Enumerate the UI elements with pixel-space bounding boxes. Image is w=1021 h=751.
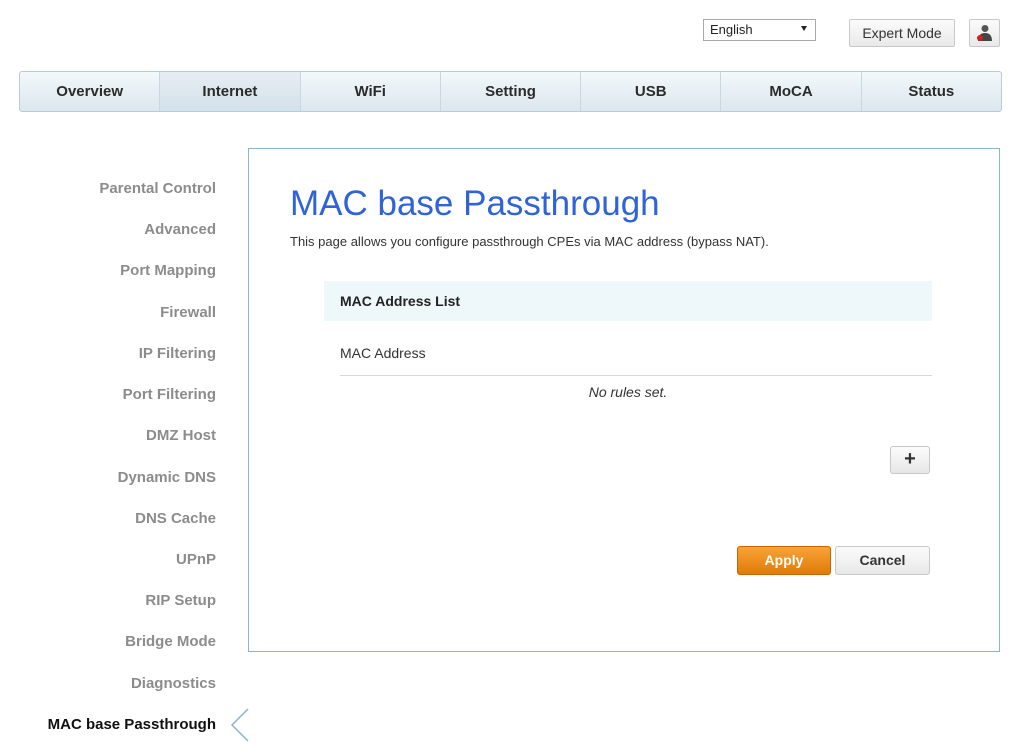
tab-overview[interactable]: Overview [20, 72, 161, 111]
tab-moca[interactable]: MoCA [721, 72, 862, 111]
cancel-button[interactable]: Cancel [835, 546, 930, 575]
sidebar-item-rip-setup[interactable]: RIP Setup [145, 592, 216, 609]
tab-setting[interactable]: Setting [441, 72, 582, 111]
apply-button[interactable]: Apply [737, 546, 831, 575]
plus-icon: + [904, 448, 916, 470]
language-select-value: English [710, 22, 753, 37]
sidebar-item-dynamic-dns[interactable]: Dynamic DNS [118, 469, 216, 486]
tab-status[interactable]: Status [862, 72, 1001, 111]
tab-internet[interactable]: Internet [160, 72, 301, 111]
chevron-down-icon [801, 26, 807, 31]
sidebar-item-diagnostics[interactable]: Diagnostics [131, 675, 216, 692]
page-title: MAC base Passthrough [290, 184, 660, 223]
sidebar-item-mac-base-passthrough[interactable]: MAC base Passthrough [48, 716, 216, 733]
sidebar-item-parental-control[interactable]: Parental Control [99, 180, 216, 197]
sidebar-item-dns-cache[interactable]: DNS Cache [135, 510, 216, 527]
empty-state-text: No rules set. [588, 384, 668, 400]
divider [340, 375, 932, 376]
user-button[interactable] [969, 19, 1000, 47]
add-rule-button[interactable]: + [890, 446, 930, 474]
sidebar-item-bridge-mode[interactable]: Bridge Mode [125, 633, 216, 650]
tab-wifi[interactable]: WiFi [301, 72, 441, 111]
sidebar-item-advanced[interactable]: Advanced [144, 221, 216, 238]
active-pointer-icon [230, 708, 249, 742]
tab-usb[interactable]: USB [581, 72, 722, 111]
sidebar-item-port-mapping[interactable]: Port Mapping [120, 262, 216, 279]
page-description: This page allows you configure passthrou… [290, 234, 769, 249]
main-nav: Overview Internet WiFi Setting USB MoCA … [19, 71, 1002, 112]
expert-mode-button[interactable]: Expert Mode [849, 19, 955, 47]
sidebar-item-ip-filtering[interactable]: IP Filtering [139, 345, 216, 362]
column-header-mac-address: MAC Address [340, 345, 426, 361]
language-select[interactable]: English [703, 19, 816, 41]
user-icon [977, 25, 992, 41]
mac-address-list-header: MAC Address List [324, 281, 932, 321]
sidebar-item-port-filtering[interactable]: Port Filtering [123, 386, 216, 403]
sidebar-item-dmz-host[interactable]: DMZ Host [146, 427, 216, 444]
sidebar-item-firewall[interactable]: Firewall [160, 304, 216, 321]
sidebar-item-upnp[interactable]: UPnP [176, 551, 216, 568]
content-panel: MAC base Passthrough This page allows yo… [248, 148, 1000, 652]
